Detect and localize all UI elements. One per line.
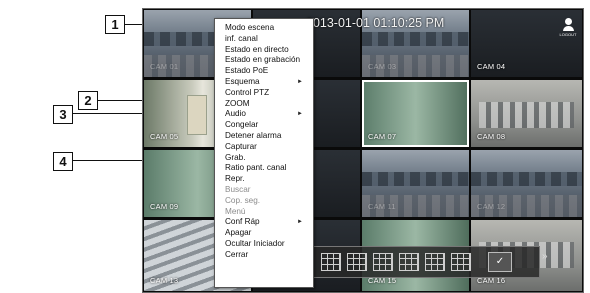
layout-grid-icon[interactable] [425,253,445,271]
toolbar-expand-icon[interactable]: » [542,251,548,262]
menu-item-audio[interactable]: Audio ► [215,109,313,120]
menu-item-label: Cerrar [225,249,249,259]
logout-label: LOGOUT [559,32,577,37]
camera-label: CAM 01 [150,62,179,71]
callout-1-number: 1 [111,17,119,32]
layout-grid-icon[interactable] [399,253,419,271]
menu-item-modo-escena[interactable]: Modo escena [215,23,313,34]
menu-item-inf-canal[interactable]: inf. canal [215,34,313,45]
camera-label: CAM 13 [150,276,179,285]
menu-item-label: Grab. [225,152,246,162]
menu-item-label: Audio [225,109,246,119]
context-menu: Modo escena inf. canal Estado en directo Es… [214,18,314,288]
menu-item-label: Estado en directo [225,44,289,54]
menu-item-label: Buscar [225,184,251,194]
layout-grid-icon[interactable] [347,253,367,271]
camera-label: CAM 12 [477,202,506,211]
camera-tile-8[interactable]: CAM 08 [471,80,582,147]
camera-label: CAM 04 [477,62,506,71]
menu-item-conf-ráp[interactable]: Conf Ráp ► [215,217,313,228]
callout-2-number: 2 [84,93,92,108]
callout-1: 1 [105,15,125,34]
menu-item-buscar: Buscar [215,185,313,196]
user-icon [564,18,572,25]
menu-item-label: inf. canal [225,33,258,43]
menu-item-grab-[interactable]: Grab. [215,153,313,164]
menu-item-label: Cop. seg. [225,195,261,205]
camera-tile-11[interactable]: CAM 11 [362,150,469,217]
menu-item-estado-en-directo[interactable]: Estado en directo [215,45,313,56]
menu-item-label: Ratio pant. canal [225,163,287,173]
menu-item-control-ptz[interactable]: Control PTZ [215,88,313,99]
camera-tile-7[interactable]: CAM 07 [362,80,469,147]
menu-item-label: ZOOM [225,98,250,108]
menu-item-label: Detener alarma [225,130,282,140]
user-icon-body [562,26,574,31]
menu-item-apagar[interactable]: Apagar [215,228,313,239]
menu-item-label: Repr. [225,174,245,184]
camera-label: CAM 08 [477,132,506,141]
submenu-arrow-icon: ► [297,111,303,118]
menu-item-label: Menú [225,206,246,216]
camera-label: CAM 09 [150,202,179,211]
camera-label: CAM 03 [368,62,397,71]
layout-grid-icon[interactable] [373,253,393,271]
menu-item-label: Esquema [225,76,260,86]
menu-item-label: Ocultar Iniciador [225,238,285,248]
menu-item-menú: Menú [215,207,313,218]
menu-item-label: Estado PoE [225,66,269,76]
live-view-screen: CAM 01 CAM 03 CAM 04 CAM 05 CAM 07 CAM 0… [142,8,584,293]
menu-item-label: Congelar [225,120,259,130]
menu-item-detener-alarma[interactable]: Detener alarma [215,131,313,142]
menu-item-congelar[interactable]: Congelar [215,120,313,131]
datetime-display: 2013-01-01 01:10:25 PM [306,16,445,30]
menu-item-estado-poe[interactable]: Estado PoE [215,66,313,77]
callout-3: 3 [53,105,73,124]
menu-item-zoom[interactable]: ZOOM [215,99,313,110]
menu-item-estado-en-grabación[interactable]: Estado en grabación [215,55,313,66]
check-icon[interactable]: ✓ [488,252,512,272]
camera-label: CAM 05 [150,132,179,141]
logout-button[interactable]: LOGOUT [559,18,577,38]
layout-grid-icon[interactable] [451,253,471,271]
submenu-arrow-icon: ► [297,219,303,226]
camera-label: CAM 07 [368,132,397,141]
callout-3-number: 3 [59,107,67,122]
layout-grid-icon[interactable] [321,253,341,271]
menu-item-repr-[interactable]: Repr. [215,174,313,185]
menu-item-ratio-pant-canal[interactable]: Ratio pant. canal [215,163,313,174]
callout-4-number: 4 [59,154,67,169]
camera-label: CAM 11 [368,202,396,211]
callout-4: 4 [53,152,73,171]
menu-item-label: Capturar [225,141,257,151]
menu-item-label: Apagar [225,228,252,238]
menu-item-capturar[interactable]: Capturar [215,142,313,153]
menu-item-esquema[interactable]: Esquema ► [215,77,313,88]
menu-item-label: Conf Ráp [225,217,260,227]
menu-item-label: Estado en grabación [225,55,301,65]
menu-item-label: Control PTZ [225,87,270,97]
menu-item-label: Modo escena [225,23,275,32]
submenu-arrow-icon: ► [297,78,303,85]
menu-item-cop-seg-: Cop. seg. [215,196,313,207]
callout-2: 2 [78,91,98,110]
menu-item-cerrar[interactable]: Cerrar [215,250,313,261]
menu-item-ocultar-iniciador[interactable]: Ocultar Iniciador [215,239,313,250]
camera-tile-12[interactable]: CAM 12 [471,150,582,217]
